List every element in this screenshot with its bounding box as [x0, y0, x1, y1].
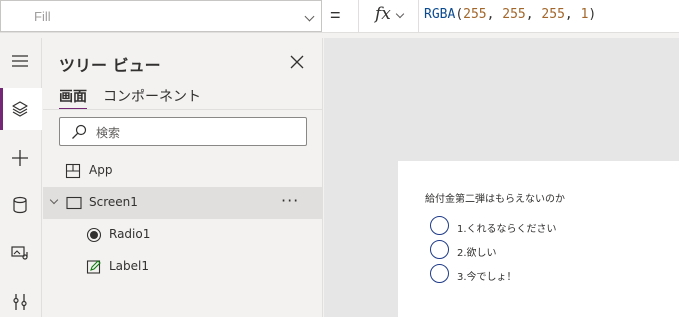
property-dropdown[interactable]: Fill: [0, 0, 322, 32]
tab-components[interactable]: コンポーネント: [103, 86, 201, 106]
formula-sep: ,: [525, 7, 542, 22]
formula-arg-g: 255: [502, 7, 526, 22]
radio-icon: [86, 227, 102, 243]
advanced-tools-button[interactable]: [0, 281, 42, 317]
formula-paren-open: (: [455, 7, 464, 22]
radio-circle[interactable]: [430, 216, 449, 235]
radio-option-label: 2.欲しい: [457, 248, 497, 259]
formula-input[interactable]: RGBA(255, 255, 255, 1): [424, 7, 596, 22]
media-button[interactable]: [0, 232, 42, 274]
function-button[interactable]: fx: [358, 0, 419, 32]
tree-node-label: App: [89, 163, 113, 177]
radio-circle[interactable]: [430, 264, 449, 283]
app-screen[interactable]: 給付金第二弾はもらえないのか 1.くれるならください 2.欲しい 3.今でしょ！: [398, 161, 679, 317]
close-button[interactable]: [288, 53, 306, 71]
fx-icon: fx: [375, 4, 391, 24]
insert-button[interactable]: [0, 137, 42, 179]
tree-node-label: Screen1: [89, 195, 138, 209]
close-icon: [290, 55, 304, 69]
screen-icon: [66, 196, 82, 210]
panel-title: ツリー ビュー: [59, 56, 161, 75]
question-label[interactable]: 給付金第二弾はもらえないのか: [425, 190, 565, 205]
tab-screens[interactable]: 画面: [59, 86, 87, 110]
formula-sep: ,: [486, 7, 503, 22]
search-input[interactable]: 検索: [59, 117, 307, 146]
formula-arg-b: 255: [541, 7, 565, 22]
chevron-down-icon[interactable]: [49, 195, 59, 205]
label-icon: [86, 260, 101, 274]
property-value: Fill: [34, 9, 51, 24]
divider: [43, 109, 323, 110]
formula-sep: ,: [564, 7, 581, 22]
radio-option[interactable]: 3.今でしょ！: [430, 264, 630, 284]
tree-view-button[interactable]: [0, 88, 42, 130]
menu-button[interactable]: [0, 40, 42, 82]
search-icon: [72, 124, 87, 139]
data-button[interactable]: [0, 184, 42, 226]
plus-icon: [12, 150, 28, 166]
radio-option-label: 1.くれるならください: [457, 224, 557, 235]
design-canvas[interactable]: 給付金第二弾はもらえないのか 1.くれるならください 2.欲しい 3.今でしょ！: [324, 38, 679, 317]
formula-bar: Fill = fx RGBA(255, 255, 255, 1): [0, 0, 679, 33]
search-placeholder: 検索: [96, 126, 121, 140]
tree-node-screen1[interactable]: Screen1 ···: [43, 187, 323, 219]
left-rail: [0, 38, 42, 317]
tree-node-label: Radio1: [109, 227, 151, 241]
radio-option[interactable]: 2.欲しい: [430, 240, 630, 260]
radio-circle[interactable]: [430, 240, 449, 259]
media-icon: [11, 246, 28, 260]
chevron-down-icon: [395, 9, 405, 19]
radio-option[interactable]: 1.くれるならください: [430, 216, 630, 236]
database-icon: [13, 196, 27, 214]
tree-node-label: Label1: [109, 259, 150, 273]
tree-node-label1[interactable]: Label1: [43, 251, 323, 283]
tree-node-app[interactable]: App: [43, 155, 323, 187]
radio-option-label: 3.今でしょ！: [457, 272, 517, 283]
tree-view-panel: ツリー ビュー 画面 コンポーネント 検索 App Screen1 ··· Ra…: [43, 38, 323, 317]
formula-paren-close: ): [588, 7, 597, 22]
formula-arg-r: 255: [463, 7, 487, 22]
formula-function: RGBA: [424, 7, 456, 22]
equals-sign: =: [330, 5, 341, 25]
app-icon: [65, 163, 81, 179]
layers-icon: [12, 101, 28, 117]
hamburger-icon: [12, 55, 28, 67]
tree-node-radio1[interactable]: Radio1: [43, 219, 323, 251]
more-options-icon[interactable]: ···: [281, 191, 299, 210]
tools-icon: [13, 294, 27, 310]
chevron-down-icon: [304, 11, 315, 22]
